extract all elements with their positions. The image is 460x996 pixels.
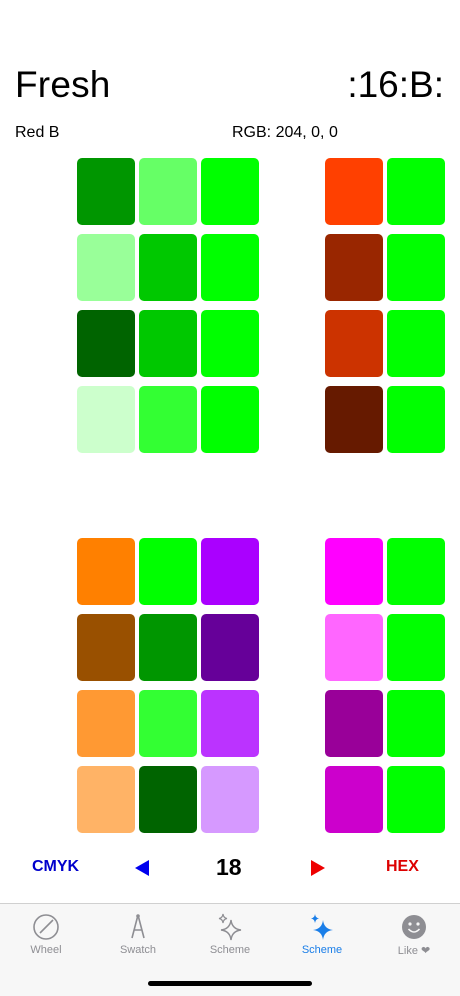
tab-wheel-label: Wheel [30,944,62,956]
cmyk-button[interactable]: CMYK [32,858,79,876]
color-swatch[interactable] [387,614,445,681]
color-swatch[interactable] [77,766,135,833]
left-triangle-icon[interactable] [135,860,149,876]
home-indicator [148,981,312,986]
color-swatch[interactable] [77,158,135,225]
color-swatch[interactable] [201,614,259,681]
page-number: 18 [216,854,242,880]
color-swatch[interactable] [387,234,445,301]
tab-swatch[interactable]: Swatch [92,912,184,964]
color-swatch[interactable] [201,310,259,377]
color-swatch[interactable] [201,690,259,757]
color-swatch[interactable] [77,386,135,453]
rgb-value-label: RGB: 204, 0, 0 [232,124,338,141]
color-swatch[interactable] [325,158,383,225]
color-swatch[interactable] [201,538,259,605]
sparkle-icon [218,913,242,941]
color-swatch[interactable] [201,766,259,833]
color-swatch[interactable] [387,538,445,605]
tab-scheme-1-label: Scheme [209,944,251,956]
tab-like[interactable]: Like ❤ [368,912,460,964]
tab-scheme-1[interactable]: Scheme [184,912,276,964]
color-swatch[interactable] [325,614,383,681]
color-swatch[interactable] [77,310,135,377]
smiley-icon [402,915,426,939]
color-swatch[interactable] [77,234,135,301]
color-swatch[interactable] [139,310,197,377]
color-swatch[interactable] [325,234,383,301]
color-swatch[interactable] [77,614,135,681]
wheel-icon [33,914,59,940]
tab-scheme-2-label: Scheme [301,944,343,956]
hex-button[interactable]: HEX [386,858,419,876]
color-swatch[interactable] [387,386,445,453]
color-swatch[interactable] [201,386,259,453]
tab-like-label: Like ❤ [397,945,431,957]
color-swatch[interactable] [325,538,383,605]
color-swatch[interactable] [387,158,445,225]
color-swatch[interactable] [387,766,445,833]
color-swatch[interactable] [201,234,259,301]
color-swatch[interactable] [77,690,135,757]
color-swatch[interactable] [77,538,135,605]
swatch-icon [131,914,145,939]
color-swatch[interactable] [139,234,197,301]
scheme-code: :16:B: [347,64,444,105]
color-swatch[interactable] [325,310,383,377]
color-swatch[interactable] [139,538,197,605]
color-swatch[interactable] [325,766,383,833]
color-swatch[interactable] [387,690,445,757]
color-swatch[interactable] [139,158,197,225]
tab-scheme-2[interactable]: Scheme [276,912,368,964]
color-swatch[interactable] [139,614,197,681]
color-swatch[interactable] [387,310,445,377]
right-triangle-icon[interactable] [311,860,325,876]
color-swatch[interactable] [325,690,383,757]
color-swatch[interactable] [139,766,197,833]
navigation-controls: CMYK 18 HEX [0,850,460,886]
sparkle-icon [311,914,333,940]
color-swatch[interactable] [201,158,259,225]
color-swatch[interactable] [139,386,197,453]
color-swatch[interactable] [139,690,197,757]
color-swatch[interactable] [325,386,383,453]
page-title: Fresh [15,64,111,105]
tab-swatch-label: Swatch [119,944,157,956]
color-name-label: Red B [15,124,60,141]
tab-wheel[interactable]: Wheel [0,912,92,964]
